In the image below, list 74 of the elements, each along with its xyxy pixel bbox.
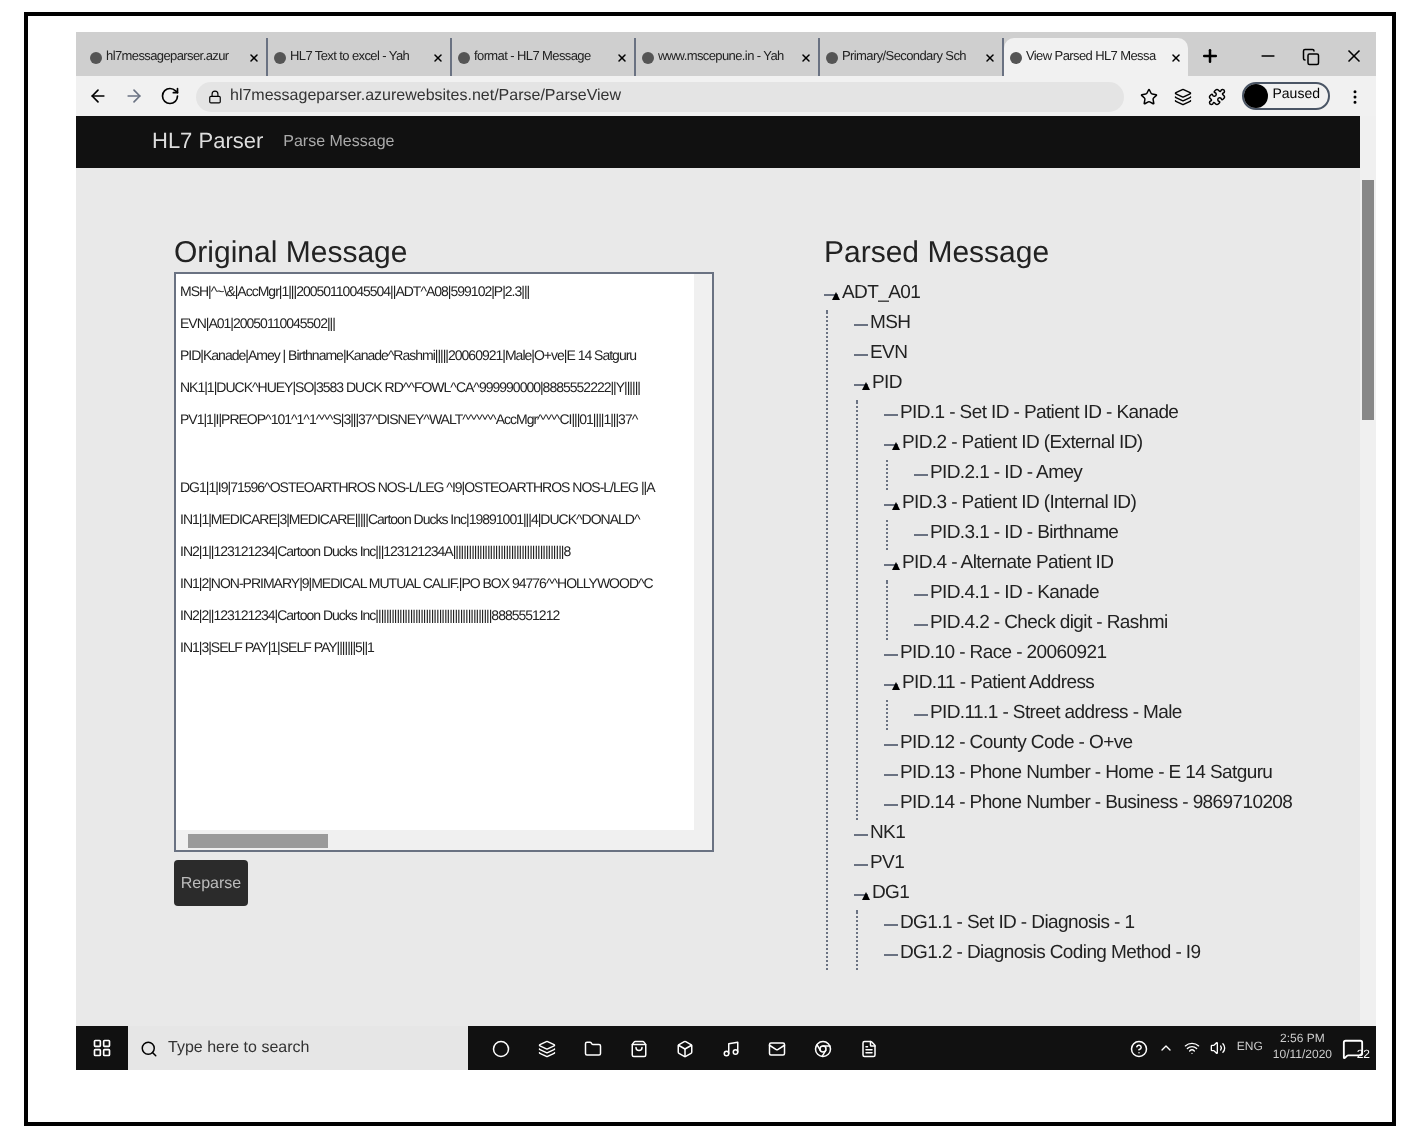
avatar-icon [1244, 84, 1269, 108]
browser-icon[interactable] [814, 1039, 832, 1057]
address-bar[interactable]: hl7messageparser.azurewebsites.net/Parse/ParseView [196, 81, 1125, 111]
tree-node-label[interactable]: PID.2.1 - ID - Amey [930, 460, 1083, 490]
tree-node-label[interactable]: DG1.2 - Diagnosis Coding Method - I9 [900, 940, 1201, 970]
tree-node-label[interactable]: PID.10 - Race - 20060921 [900, 640, 1107, 670]
section-title: Parsed Message [824, 240, 1052, 268]
expand-arrow-icon[interactable] [892, 681, 900, 689]
tree-node-label[interactable]: DG1.1 - Set ID - Diagnosis - 1 [900, 910, 1135, 940]
expand-arrow-icon[interactable] [892, 561, 900, 569]
tree-node-label[interactable]: NK1 [870, 820, 906, 850]
volume-icon[interactable] [1210, 1040, 1227, 1056]
tree-node-label[interactable]: MSH [870, 310, 911, 340]
tree-node-label[interactable]: PID.1 - Set ID - Patient ID - Kanade [900, 400, 1179, 430]
close-icon[interactable] [1344, 46, 1364, 66]
tree-node-label[interactable]: PID.12 - County Code - O+ve [900, 730, 1133, 760]
mail-icon[interactable] [768, 1039, 786, 1057]
tree-node-label[interactable]: PID.4.2 - Check digit - Rashmi [930, 610, 1168, 640]
cortana-icon[interactable] [492, 1039, 510, 1057]
tree-node-label[interactable]: PID.3 - Patient ID (Internal ID) [902, 490, 1137, 520]
close-icon[interactable] [1170, 51, 1182, 63]
tab-favicon-icon [90, 51, 102, 63]
extensions-icon[interactable] [1208, 87, 1227, 105]
reload-icon[interactable] [160, 86, 180, 106]
forward-icon[interactable] [124, 86, 144, 106]
tree-node-label[interactable]: PID.2 - Patient ID (External ID) [902, 430, 1143, 460]
reparse-button[interactable]: Reparse [174, 860, 248, 906]
tree-node-label[interactable]: PID.11.1 - Street address - Male [930, 700, 1182, 730]
section-title: Original Message [174, 240, 410, 268]
start-icon[interactable] [92, 1038, 112, 1058]
bookmark-star-icon[interactable] [1140, 87, 1159, 105]
close-icon[interactable] [616, 51, 628, 63]
tab-favicon-icon [274, 51, 286, 63]
tree-node-label[interactable]: EVN [870, 340, 908, 370]
network-icon[interactable] [1184, 1040, 1201, 1056]
close-icon[interactable] [248, 51, 260, 63]
tree-node-label[interactable]: PID.4.1 - ID - Kanade [930, 580, 1100, 610]
expand-arrow-icon[interactable] [892, 501, 900, 509]
music-icon[interactable] [722, 1039, 740, 1057]
tab-favicon-icon [826, 51, 838, 63]
close-icon[interactable] [984, 51, 996, 63]
tree-node-label[interactable]: PID.13 - Phone Number - Home - E 14 Satguru [900, 760, 1273, 790]
folder-icon[interactable] [584, 1039, 602, 1057]
tree-node-label[interactable]: PID.3.1 - ID - Birthname [930, 520, 1119, 550]
tab-favicon-icon [1010, 51, 1022, 63]
taskbar-search-field[interactable]: Type here to search [128, 1026, 468, 1070]
store-icon[interactable] [630, 1039, 648, 1057]
lock-icon [208, 89, 222, 103]
tree-node-label[interactable]: PID [872, 370, 902, 400]
tree-node-label[interactable]: PID.11 - Patient Address [902, 670, 1095, 700]
expand-arrow-icon[interactable] [892, 441, 900, 449]
brand-title[interactable]: HL7 Parser [152, 125, 264, 159]
expand-arrow-icon[interactable] [832, 291, 840, 299]
expand-arrow-icon[interactable] [862, 891, 870, 899]
tree-node-label[interactable]: PV1 [870, 850, 905, 880]
tree-node-label[interactable]: DG1 [872, 880, 910, 910]
expand-arrow-icon[interactable] [862, 381, 870, 389]
box-icon[interactable] [676, 1039, 694, 1057]
restore-icon[interactable] [1302, 47, 1320, 65]
back-icon[interactable] [88, 86, 108, 106]
tree-node-label[interactable]: PID.4 - Alternate Patient ID [902, 550, 1114, 580]
tree-node-label[interactable]: PID.14 - Phone Number - Business - 9869710208 [900, 790, 1293, 820]
message-textarea[interactable] [174, 272, 714, 852]
help-icon[interactable] [1130, 1039, 1149, 1057]
nav-link[interactable]: Parse Message [283, 130, 395, 154]
close-icon[interactable] [432, 51, 444, 63]
document-icon[interactable] [860, 1039, 878, 1057]
chevron-up-icon[interactable] [1158, 1040, 1175, 1056]
new-tab-icon[interactable] [1200, 46, 1220, 66]
tab-favicon-icon [458, 51, 470, 63]
tab-favicon-icon [642, 51, 654, 63]
tree-node-label[interactable]: ADT_A01 [842, 280, 921, 310]
close-icon[interactable] [800, 51, 812, 63]
search-icon [140, 1039, 158, 1057]
